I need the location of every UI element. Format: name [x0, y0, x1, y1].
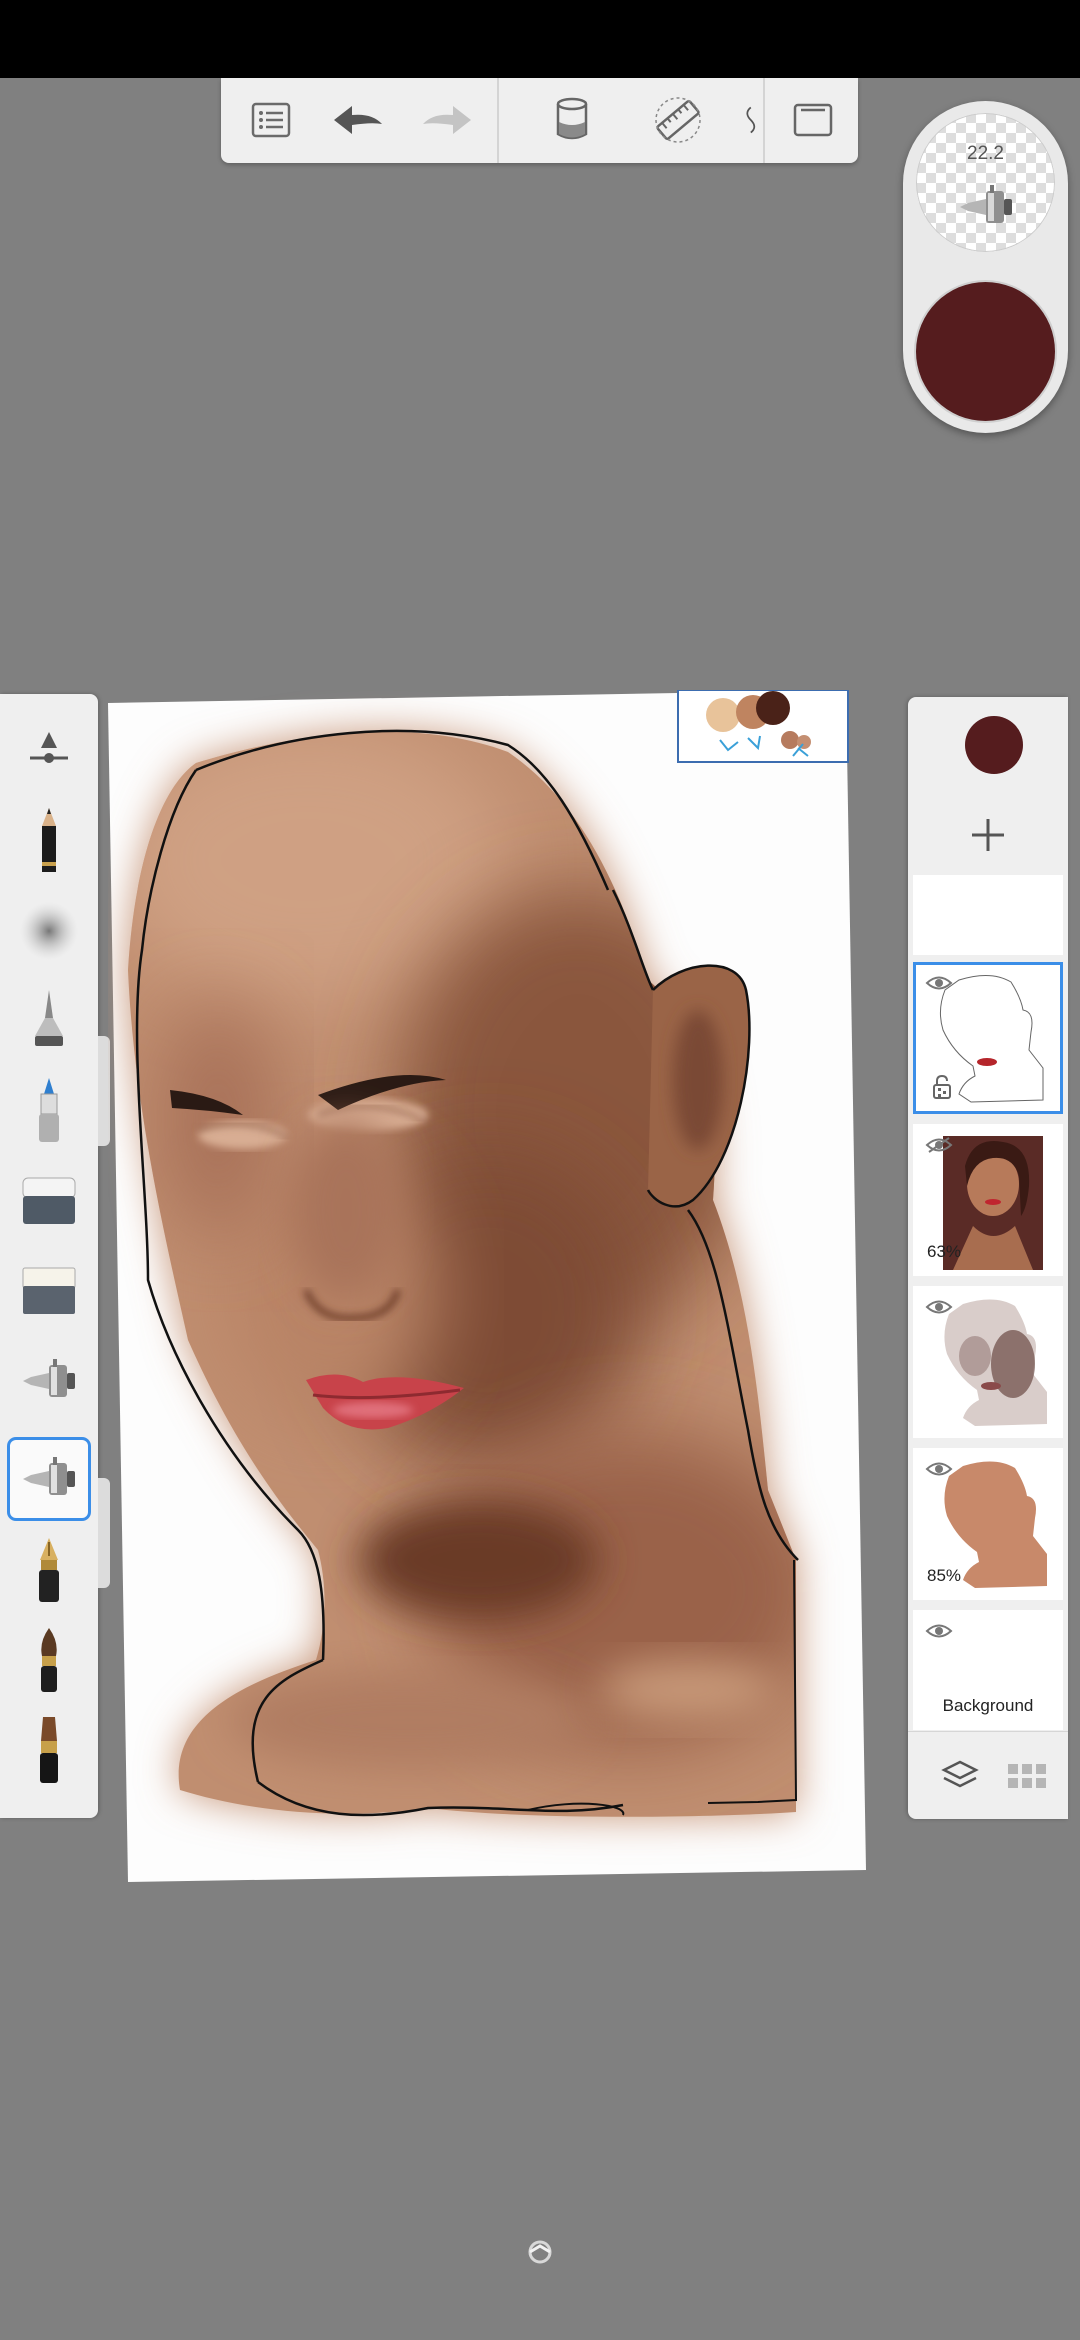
- canvas-reset-icon[interactable]: [524, 2236, 556, 2268]
- eye-icon[interactable]: [925, 1622, 953, 1640]
- shading-layer[interactable]: [913, 1286, 1063, 1438]
- brush-color-puck: 22.2: [903, 101, 1068, 433]
- marker-icon[interactable]: [10, 1072, 88, 1150]
- fullscreen-icon[interactable]: [783, 90, 843, 150]
- toolbar-divider: [497, 78, 499, 163]
- lock-icon[interactable]: [931, 1074, 953, 1100]
- airbrush-cone-icon[interactable]: [10, 982, 88, 1060]
- list-icon[interactable]: [241, 90, 301, 150]
- fill-bucket-icon[interactable]: [542, 90, 602, 150]
- ruler-icon[interactable]: [648, 90, 708, 150]
- layer-name: Background: [942, 1696, 1034, 1715]
- layer-color-swatch[interactable]: [965, 716, 1023, 774]
- color-swatch-button[interactable]: [916, 282, 1055, 421]
- line-art-layer[interactable]: [913, 962, 1063, 1114]
- brush-size-slider-icon[interactable]: [10, 712, 88, 790]
- layer-opacity: 63%: [927, 1242, 962, 1261]
- background-layer[interactable]: Background: [913, 1610, 1063, 1730]
- reference-photo-layer[interactable]: 63%: [913, 1124, 1063, 1276]
- ink-pen-icon[interactable]: [10, 1532, 88, 1610]
- paint-brush-icon[interactable]: [10, 1622, 88, 1700]
- airbrush-icon: [960, 185, 1012, 223]
- pencil-icon[interactable]: [10, 802, 88, 880]
- layer-panel: 63% 85% Background: [908, 697, 1068, 1819]
- layers-stack-icon[interactable]: [940, 1758, 980, 1794]
- base-skin-layer[interactable]: 85%: [913, 1448, 1063, 1600]
- soft-airbrush-icon[interactable]: [10, 1440, 88, 1518]
- redo-icon[interactable]: [417, 90, 477, 150]
- flat-brush-icon[interactable]: [10, 1712, 88, 1790]
- airbrush-icon[interactable]: [10, 1342, 88, 1420]
- add-layer-icon[interactable]: [958, 805, 1018, 865]
- layer-opacity: 85%: [927, 1566, 962, 1585]
- soft-eraser-icon[interactable]: [10, 1252, 88, 1330]
- drawing-canvas[interactable]: [108, 690, 870, 1882]
- toolbar-divider: [763, 78, 765, 163]
- top-toolbar: [221, 78, 858, 163]
- grid-view-icon[interactable]: [1006, 1762, 1048, 1790]
- brush-preview-button[interactable]: 22.2: [916, 113, 1055, 252]
- brush-size-value: 22.2: [967, 143, 1004, 164]
- spray-texture-icon[interactable]: [10, 892, 88, 970]
- empty-layer[interactable]: [913, 875, 1063, 955]
- eye-icon[interactable]: [925, 1460, 953, 1478]
- brush-palette: [0, 694, 98, 1818]
- eye-hidden-icon[interactable]: [925, 1136, 953, 1154]
- status-bar: [0, 0, 1080, 78]
- hard-eraser-icon[interactable]: [10, 1162, 88, 1240]
- layer-panel-footer: [908, 1731, 1068, 1819]
- undo-icon[interactable]: [328, 90, 388, 150]
